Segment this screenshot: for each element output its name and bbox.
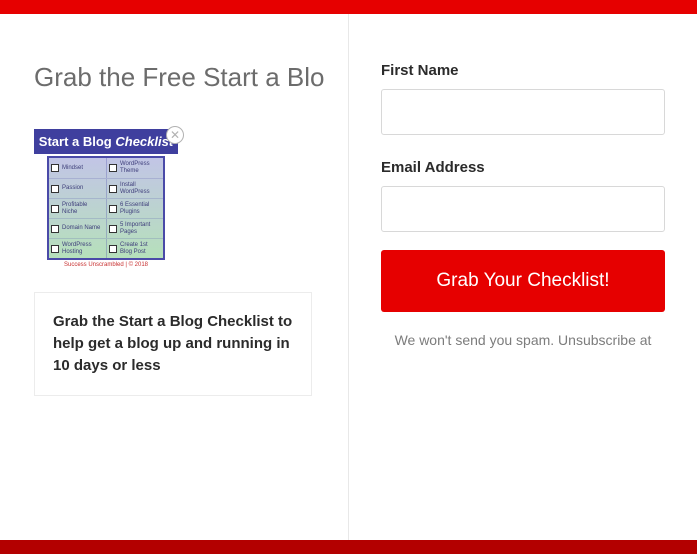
- check-cell: Install WordPress: [106, 179, 163, 198]
- first-name-label: First Name: [381, 62, 665, 79]
- bottom-bar: [0, 540, 697, 554]
- checklist-thumbnail: ✕ Start a Blog Checklist MindsetWordPres…: [34, 129, 178, 270]
- check-cell: Domain Name: [49, 219, 106, 238]
- check-cell: 6 Essential Plugins: [106, 199, 163, 218]
- check-cell: WordPress Theme: [106, 158, 163, 178]
- check-cell: Profitable Niche: [49, 199, 106, 218]
- thumbnail-copyright: Success Unscrambled | © 2018: [34, 260, 178, 270]
- check-cell: Create 1st Blog Post: [106, 239, 163, 258]
- first-name-field[interactable]: [381, 89, 665, 135]
- caption-card: Grab the Start a Blog Checklist to help …: [34, 292, 312, 396]
- left-column: Grab the Free Start a Blo ✕ Start a Blog…: [0, 14, 349, 540]
- check-cell: Mindset: [49, 158, 106, 178]
- check-cell: 5 Important Pages: [106, 219, 163, 238]
- email-label: Email Address: [381, 159, 665, 176]
- checklist-grid: MindsetWordPress ThemePassionInstall Wor…: [47, 156, 165, 260]
- email-field[interactable]: [381, 186, 665, 232]
- disclaimer-text: We won't send you spam. Unsubscribe at: [381, 332, 665, 348]
- main-content: Grab the Free Start a Blo ✕ Start a Blog…: [0, 14, 697, 540]
- page-title: Grab the Free Start a Blo: [34, 62, 348, 93]
- form-column: First Name Email Address Grab Your Check…: [349, 14, 697, 540]
- close-icon[interactable]: ✕: [166, 126, 184, 144]
- check-cell: Passion: [49, 179, 106, 198]
- top-bar: [0, 0, 697, 14]
- check-cell: WordPress Hosting: [49, 239, 106, 258]
- thumbnail-banner: Start a Blog Checklist: [34, 129, 178, 154]
- caption-text: Grab the Start a Blog Checklist to help …: [53, 311, 293, 377]
- submit-button[interactable]: Grab Your Checklist!: [381, 250, 665, 312]
